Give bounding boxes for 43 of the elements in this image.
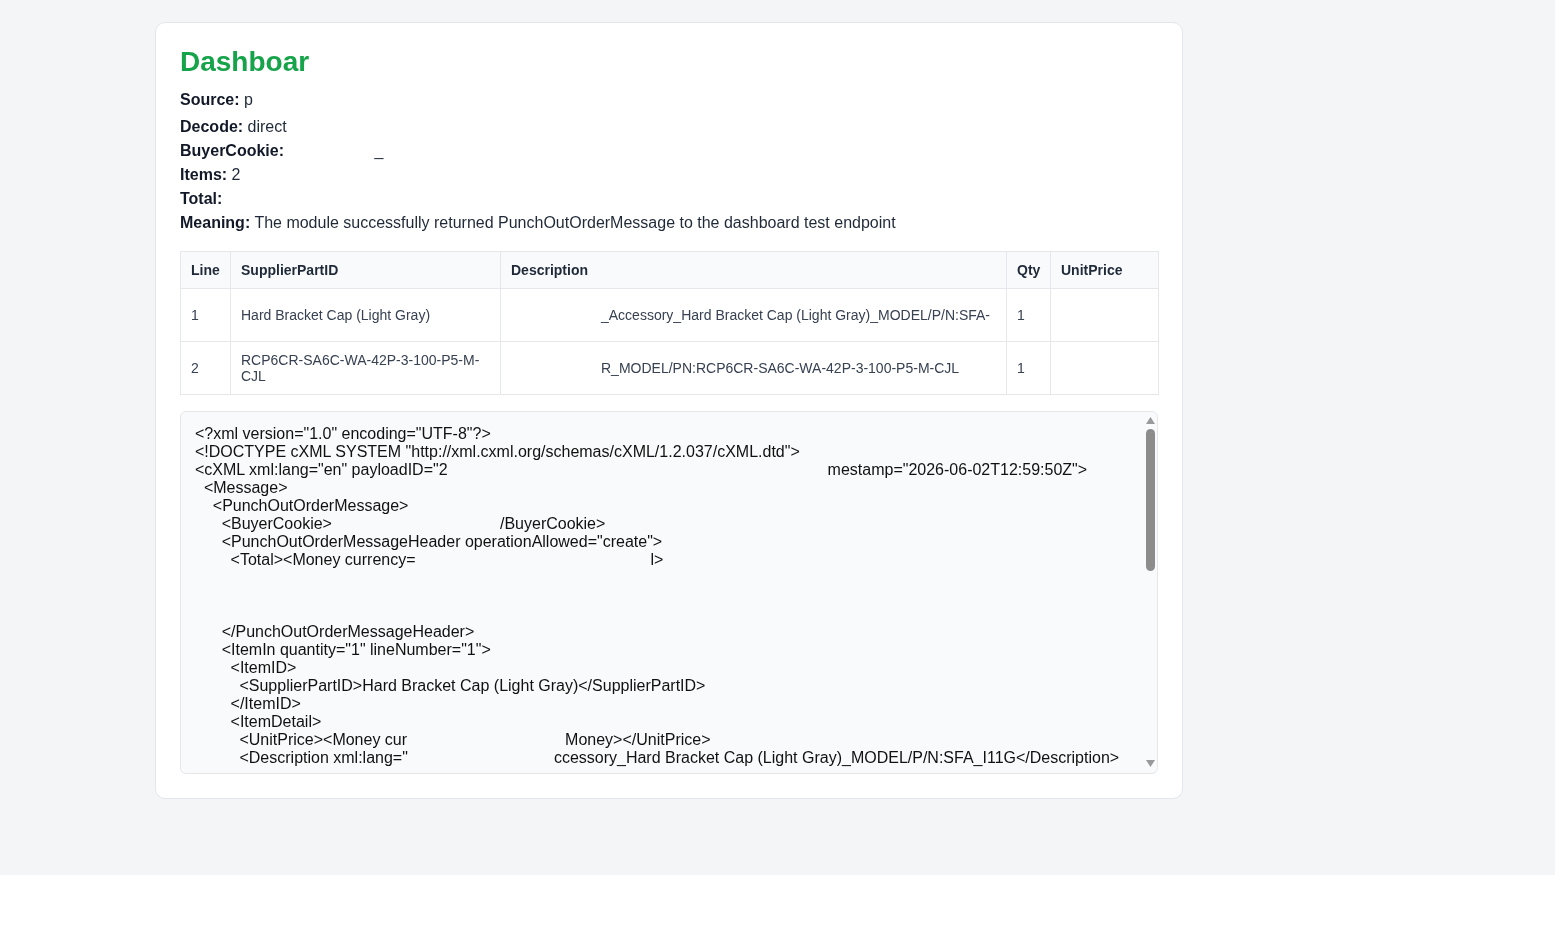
code-text: <?xml version="1.0" encoding="UTF-8"?> — [195, 425, 491, 443]
code-text: <ItemID> — [229, 659, 297, 677]
summary-line: Source: p — [180, 90, 253, 110]
code-text: </ItemID> — [229, 695, 301, 713]
up-arrow-icon[interactable] — [1146, 417, 1155, 424]
table-header-cell: SupplierPartID — [230, 251, 501, 289]
table-cell: 1 — [1006, 341, 1051, 395]
down-arrow-icon[interactable] — [1146, 760, 1155, 767]
summary-line: Meaning: The module successfully returned PunchOutOrderMessage to the dashboard test endpoint — [180, 213, 896, 233]
code-text: <ItemIn quantity="1" lineNumber="1"> — [220, 641, 491, 659]
table-header-cell: Qty — [1006, 251, 1051, 289]
code-text: <Message> — [202, 479, 288, 497]
table-header-cell: Description — [500, 251, 1007, 289]
table-cell: 1 — [1006, 288, 1051, 342]
table-cell: 2 — [180, 341, 231, 395]
code-text: <cXML xml:lang="en" payloadID="2 — [195, 461, 448, 479]
table-cell: RCP6CR-SA6C-WA-42P-3-100-P5-M-CJL — [230, 341, 501, 395]
code-text: <!DOCTYPE cXML SYSTEM "http://xml.cxml.org/schemas/cXML/1.2.037/cXML.dtd"> — [195, 443, 800, 461]
code-text: <ItemDetail> — [229, 713, 322, 731]
page-title: Dashboar — [180, 46, 310, 78]
code-text: <Description xml:lang=" — [238, 749, 408, 767]
table-header-cell: UnitPrice — [1050, 251, 1159, 289]
table-cell: Hard Bracket Cap (Light Gray) — [230, 288, 501, 342]
code-text: <PunchOutOrderMessageHeader operationAllowed="create"> — [220, 533, 663, 551]
code-text: mestamp="2026-06-02T12:59:50Z"> — [827, 461, 1088, 479]
code-text: /BuyerCookie> — [499, 515, 606, 533]
summary-line: BuyerCookie: _ — [180, 141, 384, 161]
scrollbar-thumb[interactable] — [1146, 429, 1155, 571]
table-header-cell: Line — [180, 251, 231, 289]
summary-line: Decode: direct — [180, 117, 287, 137]
table-cell: 1 — [180, 288, 231, 342]
code-text: </PunchOutOrderMessageHeader> — [220, 623, 475, 641]
code-text: Money></UnitPrice> — [565, 731, 711, 749]
table-cell: R_MODEL/PN:RCP6CR-SA6C-WA-42P-3-100-P5-M-CJL — [500, 341, 1007, 395]
code-text: <Total><Money currency= — [229, 551, 416, 569]
code-text: <UnitPrice><Money cur — [238, 731, 408, 749]
code-text: <SupplierPartID>Hard Bracket Cap (Light Gray)</SupplierPartID> — [238, 677, 706, 695]
code-text: <PunchOutOrderMessage> — [211, 497, 409, 515]
code-text: <BuyerCookie> — [220, 515, 332, 533]
summary-line: Items: 2 — [180, 165, 241, 185]
code-text: ccessory_Hard Bracket Cap (Light Gray)_MODEL/P/N:SFA_I11G</Description> — [553, 749, 1120, 767]
table-cell: _Accessory_Hard Bracket Cap (Light Gray)_MODEL/P/N:SFA- — [500, 288, 1007, 342]
code-text: l> — [650, 551, 664, 569]
